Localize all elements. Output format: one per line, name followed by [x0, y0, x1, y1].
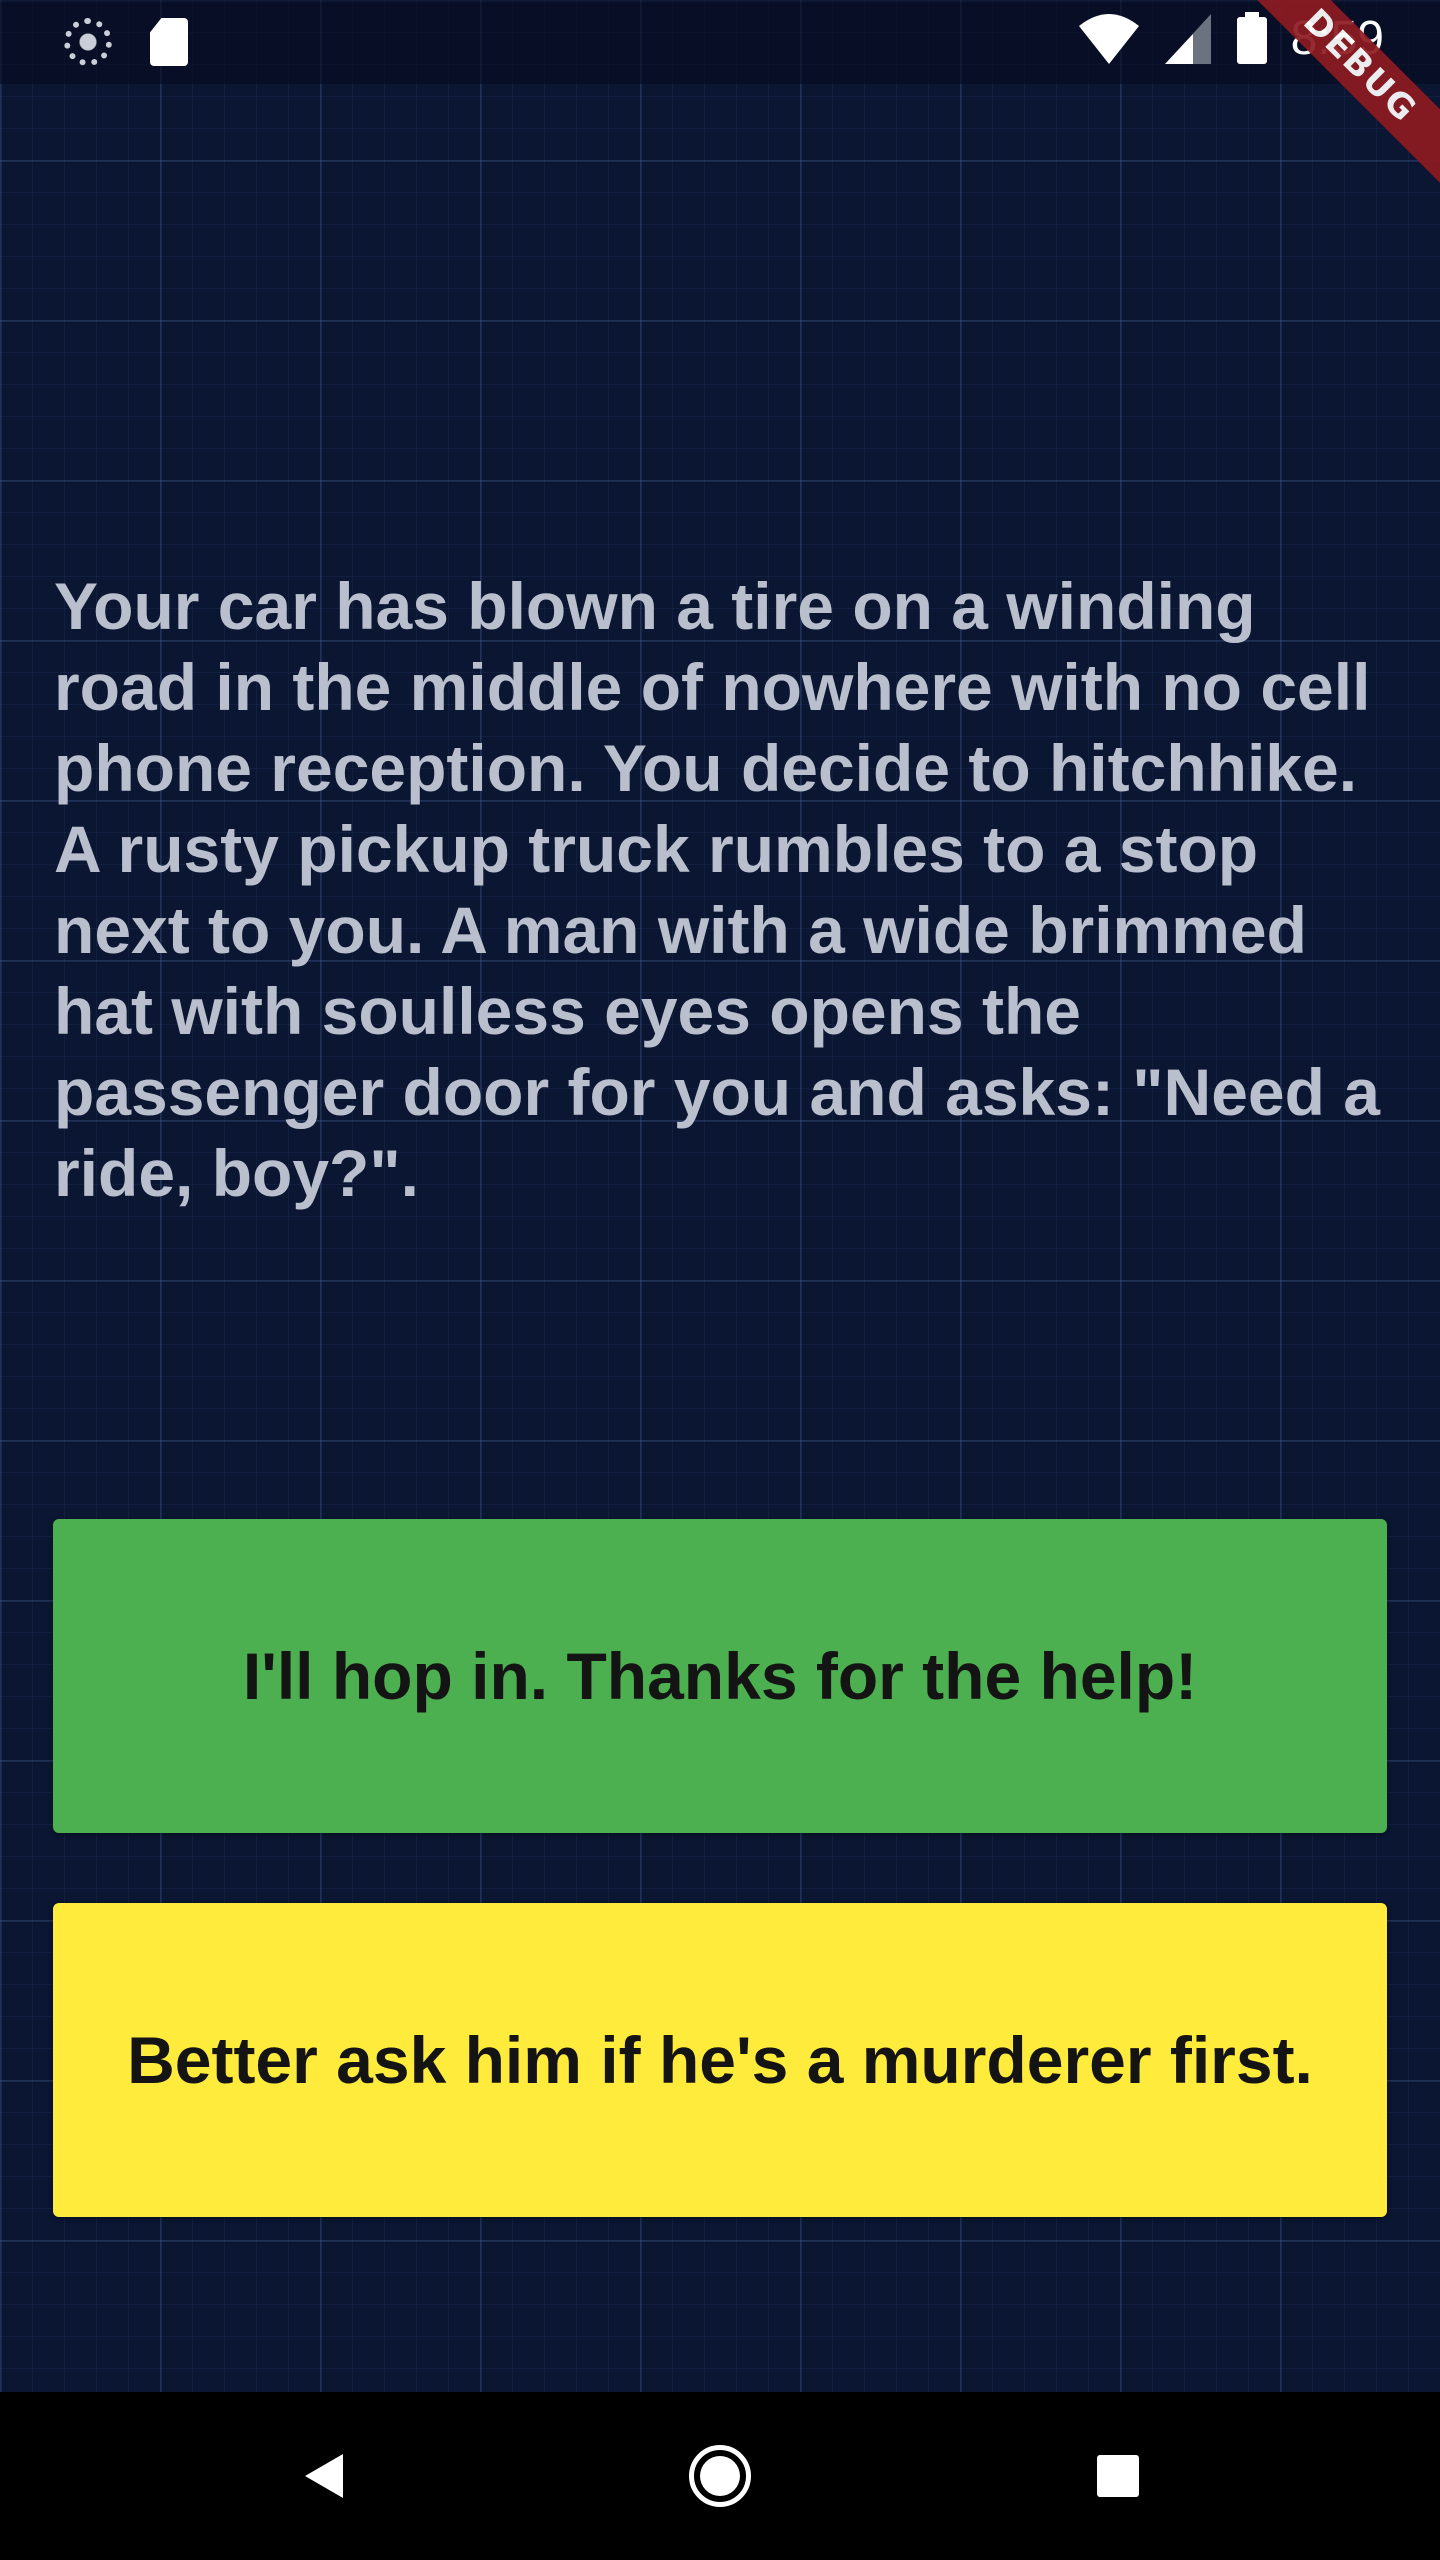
recent-apps-icon [1097, 2455, 1139, 2497]
back-button[interactable] [244, 2392, 404, 2560]
home-button[interactable] [640, 2392, 800, 2560]
cell-signal-icon [1164, 14, 1211, 64]
story-text: Your car has blown a tire on a winding r… [54, 569, 1380, 1210]
recent-apps-button[interactable] [1038, 2392, 1198, 2560]
status-bar: 8:59 [0, 0, 1440, 84]
sd-card-icon [150, 18, 188, 66]
wifi-icon [1078, 14, 1139, 64]
status-left-icons [64, 18, 188, 66]
battery-icon [1236, 12, 1267, 64]
sync-icon [64, 18, 112, 66]
choice-2-button[interactable]: Better ask him if he's a murderer first. [53, 1903, 1387, 2217]
back-icon [305, 2454, 343, 2498]
choice-1-button[interactable]: I'll hop in. Thanks for the help! [53, 1519, 1387, 1833]
home-icon [689, 2445, 751, 2507]
navigation-bar [0, 2392, 1440, 2560]
